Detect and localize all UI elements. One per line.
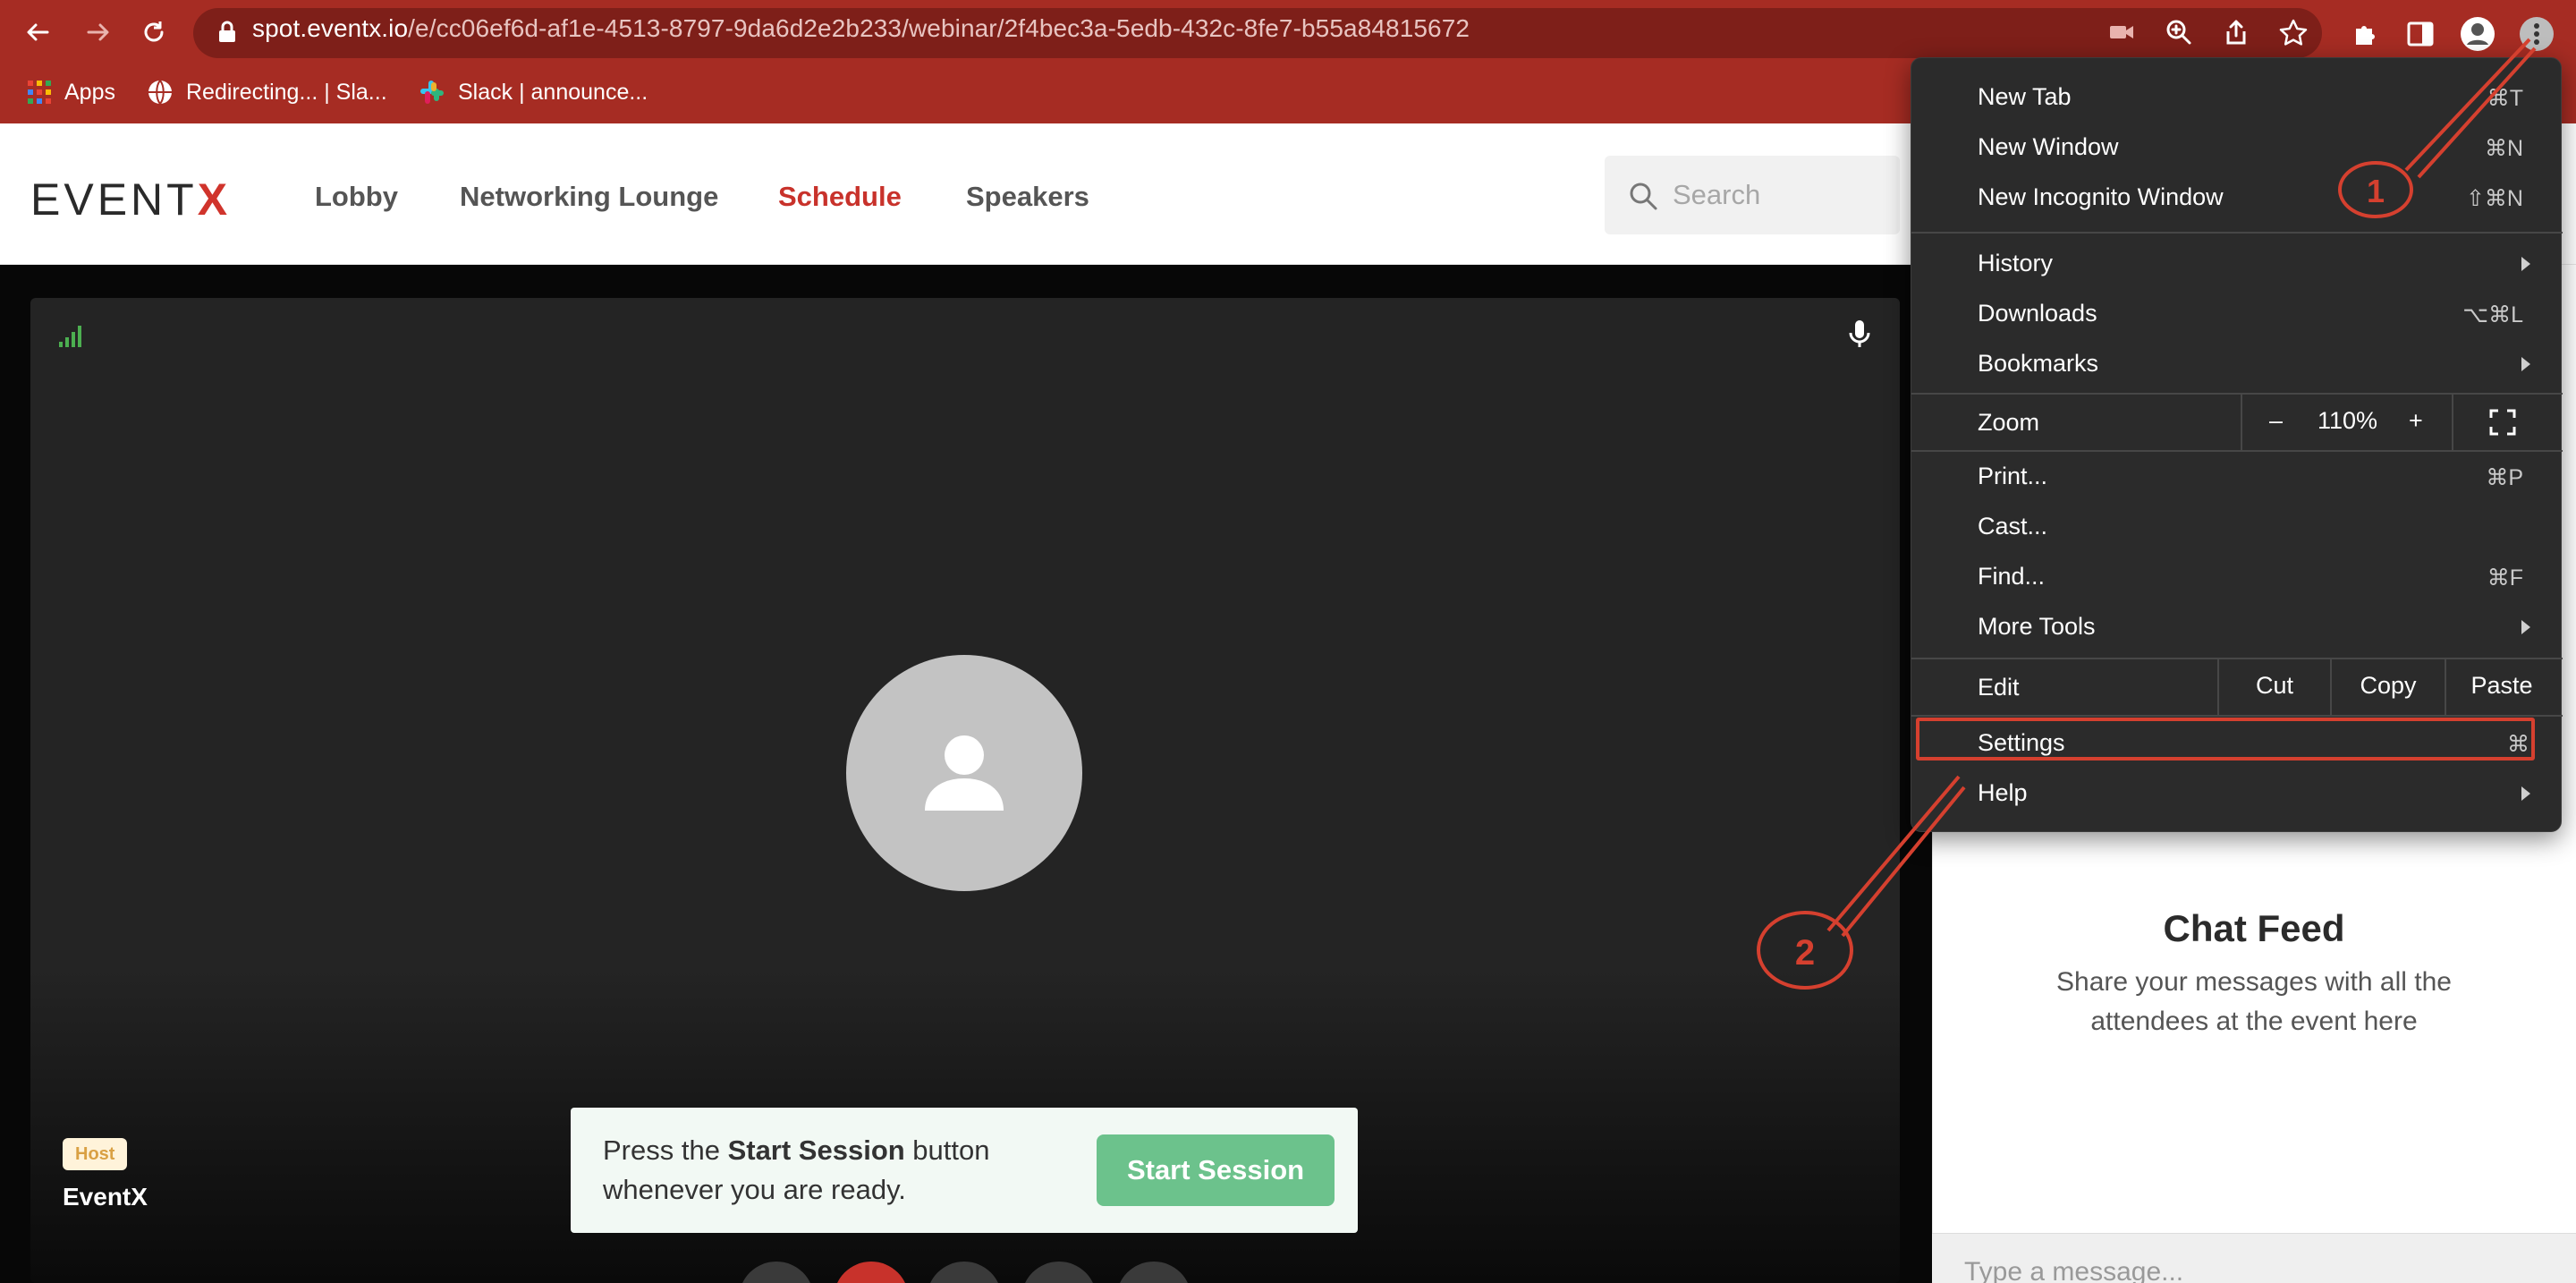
step-1-label: 1	[2367, 173, 2385, 209]
annotation-step-2: 2	[1757, 775, 1966, 990]
annotation-step-1: 1	[2338, 38, 2537, 218]
annotation-overlay: 1 2	[1757, 38, 2537, 990]
step-2-label: 2	[1795, 933, 1815, 973]
screenshot-root: spot.eventx.io/e/cc06ef6d-af1e-4513-8797…	[0, 0, 2576, 1283]
